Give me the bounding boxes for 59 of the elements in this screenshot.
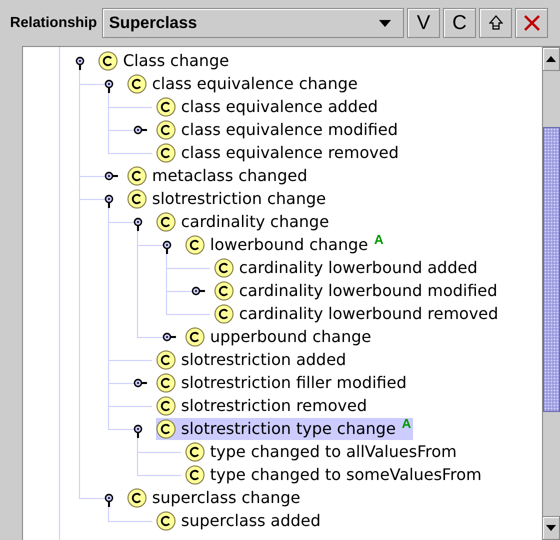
down-arrow-icon [546, 525, 556, 531]
scroll-up-button[interactable] [543, 47, 560, 71]
class-icon [127, 166, 147, 186]
close-icon [524, 15, 540, 31]
tree-item[interactable]: class equivalence added [156, 96, 380, 118]
class-icon [156, 418, 176, 438]
vertical-scrollbar[interactable] [542, 47, 560, 540]
class-icon [98, 50, 118, 70]
class-icon [214, 258, 234, 278]
tree-item[interactable]: upperbound change [185, 326, 374, 348]
tree-item[interactable]: slotrestriction removed [156, 394, 369, 416]
class-icon [185, 464, 205, 484]
up-arrow-icon [488, 15, 503, 31]
class-icon [185, 442, 205, 462]
tree-item[interactable]: metaclass changed [127, 164, 310, 186]
toolbar-button[interactable]: V [407, 8, 440, 38]
annotation-label: A [374, 232, 384, 246]
class-icon [156, 372, 176, 392]
tree-item[interactable]: superclass added [156, 510, 323, 532]
class-icon [156, 350, 176, 370]
tree-item[interactable]: class equivalence removed [156, 142, 401, 164]
class-icon [156, 142, 176, 162]
annotation-label: A [402, 416, 412, 430]
class-icon [156, 120, 176, 140]
tree-item[interactable]: slotrestriction filler modified [156, 372, 409, 394]
class-icon [156, 510, 176, 530]
tree-item[interactable]: cardinality lowerbound added [214, 256, 480, 278]
tree-item[interactable]: slotrestriction type change A [156, 418, 414, 440]
class-icon [185, 326, 205, 346]
relationship-dropdown[interactable]: Superclass [102, 8, 404, 38]
class-icon [214, 280, 234, 300]
tree-item[interactable]: type changed to someValuesFrom [185, 464, 484, 486]
class-icon [127, 74, 147, 94]
class-icon [156, 396, 176, 416]
class-icon [214, 304, 234, 324]
tree-item[interactable]: type changed to allValuesFrom [185, 440, 459, 462]
tree-item[interactable]: Class change [98, 50, 232, 72]
relationship-label: Relationship [10, 15, 98, 31]
class-icon [185, 234, 205, 254]
class-icon [156, 96, 176, 116]
toolbar-button[interactable]: C [443, 8, 476, 38]
tree-item[interactable]: cardinality change [156, 210, 332, 232]
up-arrow-icon [546, 56, 556, 62]
scroll-down-button[interactable] [543, 516, 560, 540]
caret-icon [379, 20, 392, 26]
class-icon [156, 212, 176, 232]
tree-item[interactable]: lowerbound change A [185, 234, 386, 256]
class-icon [127, 488, 147, 508]
tree-item[interactable]: cardinality lowerbound modified [214, 280, 500, 302]
move-up-button[interactable] [479, 8, 512, 38]
tree-item[interactable]: slotrestriction added [156, 348, 348, 370]
class-icon [127, 188, 147, 208]
tree-item[interactable]: class equivalence modified [156, 118, 400, 140]
tree-item[interactable]: class equivalence change [127, 72, 360, 94]
tree-item[interactable]: cardinality lowerbound removed [214, 302, 500, 324]
tree-item[interactable]: superclass change [127, 486, 302, 508]
delete-button[interactable] [515, 8, 548, 38]
scroll-thumb[interactable] [543, 127, 560, 412]
tree-item[interactable]: slotrestriction change [127, 188, 328, 210]
